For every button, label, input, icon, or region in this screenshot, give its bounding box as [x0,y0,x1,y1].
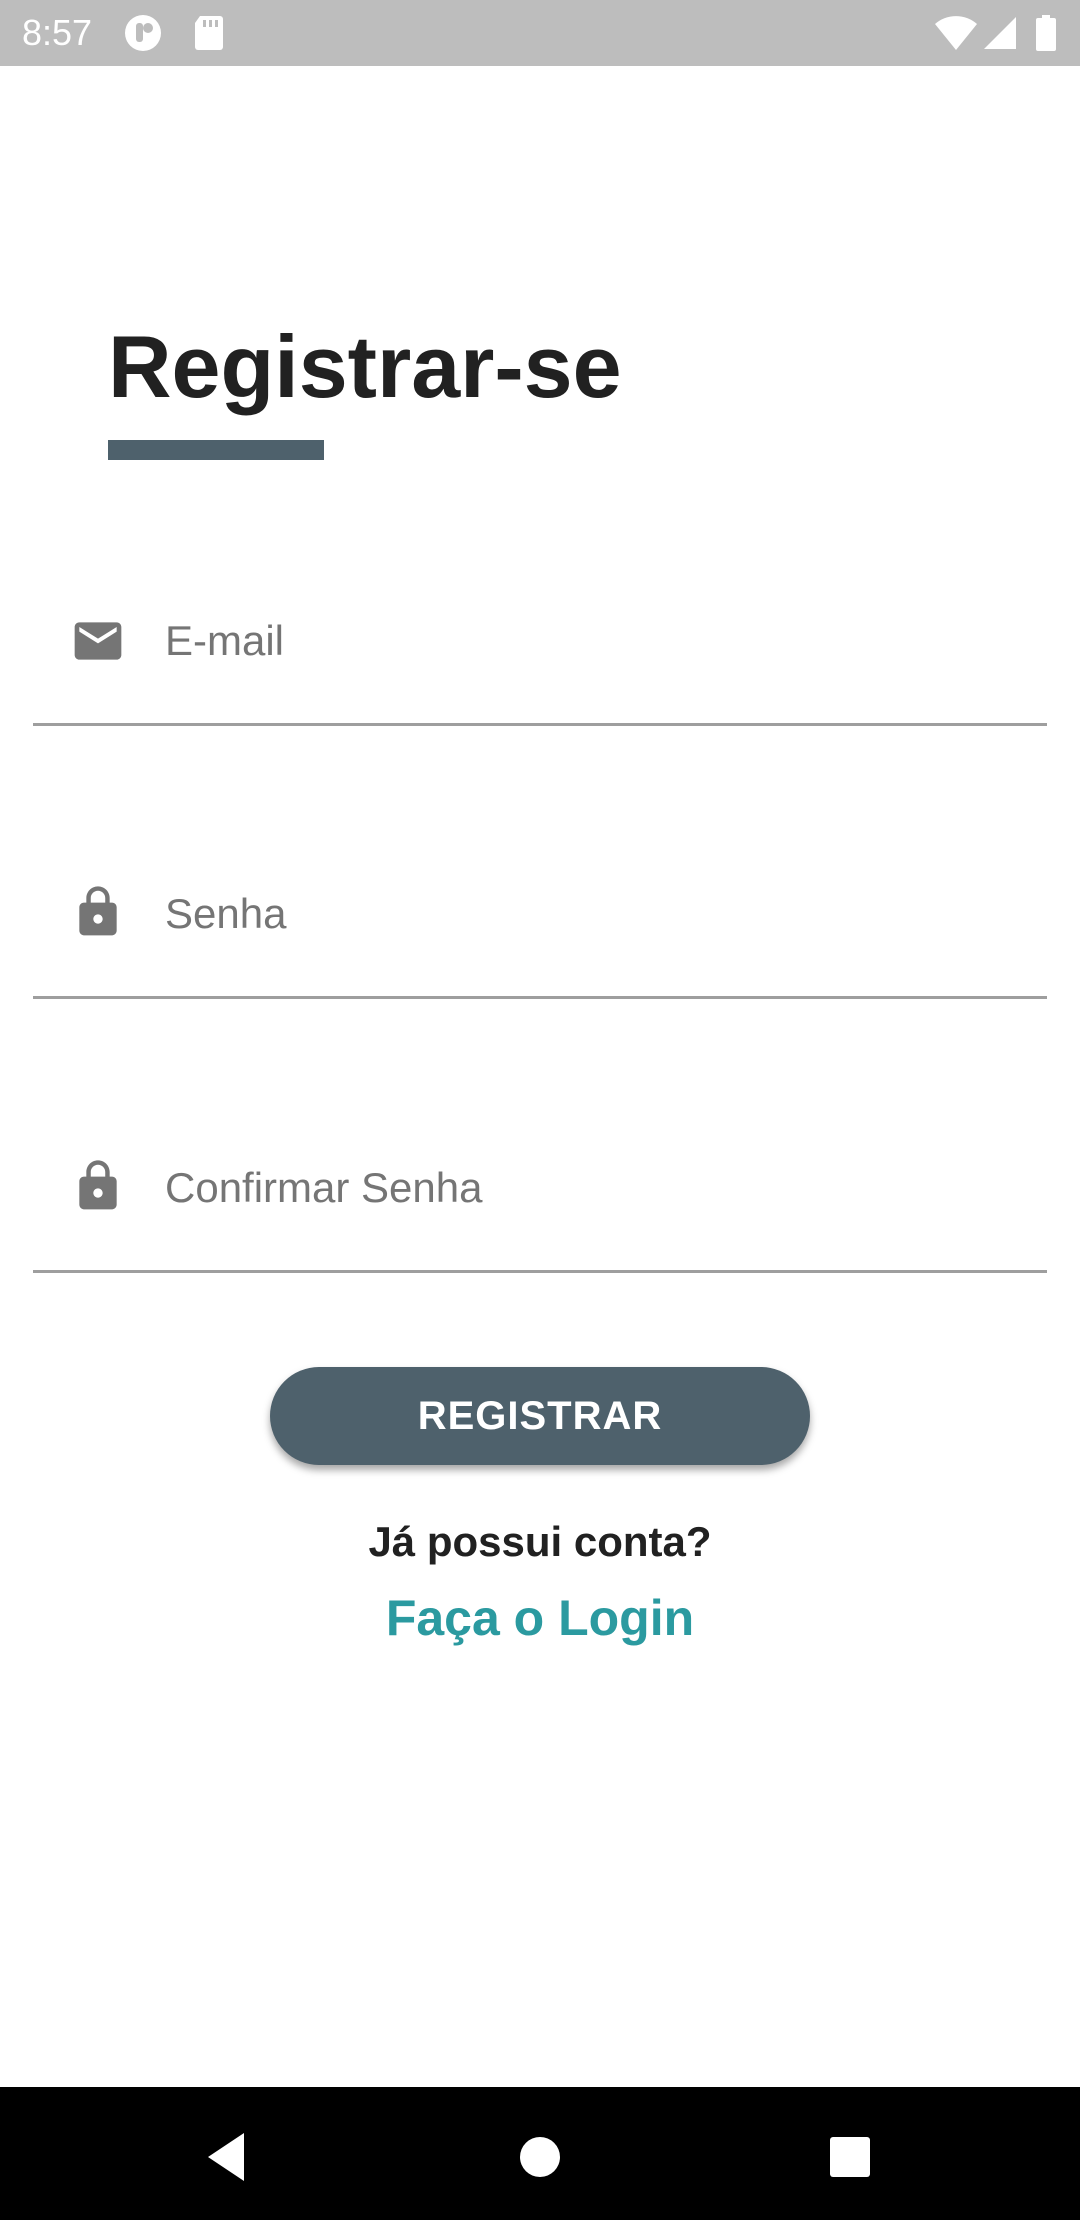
email-input[interactable] [165,611,1025,671]
battery-icon [1036,15,1056,51]
lock-icon [79,886,117,936]
sd-card-icon [195,16,223,50]
signal-icon [984,17,1016,49]
email-field[interactable] [33,593,1047,726]
password-field[interactable] [33,866,1047,999]
confirm-password-field[interactable] [33,1140,1047,1273]
mail-icon [74,622,122,660]
password-input[interactable] [165,884,1025,944]
recents-icon[interactable] [810,2117,890,2197]
lock-icon [79,1160,117,1210]
status-bar: 8:57 [0,0,1080,66]
login-link[interactable]: Faça o Login [0,1586,1080,1650]
status-time: 8:57 [22,12,93,53]
app-notification-icon [125,15,161,51]
navigation-bar [0,2087,1080,2220]
back-icon[interactable] [186,2117,266,2197]
confirm-password-input[interactable] [165,1158,1025,1218]
register-button[interactable]: REGISTRAR [270,1367,810,1465]
page-title: Registrar-se [108,317,622,416]
title-underline [108,440,324,460]
home-icon[interactable] [500,2117,580,2197]
account-question: Já possui conta? [368,1518,712,1565]
register-screen: 8:57 Registrar-se E-mail REGISTRAR Já po… [0,0,1080,2220]
wifi-icon [935,16,977,50]
